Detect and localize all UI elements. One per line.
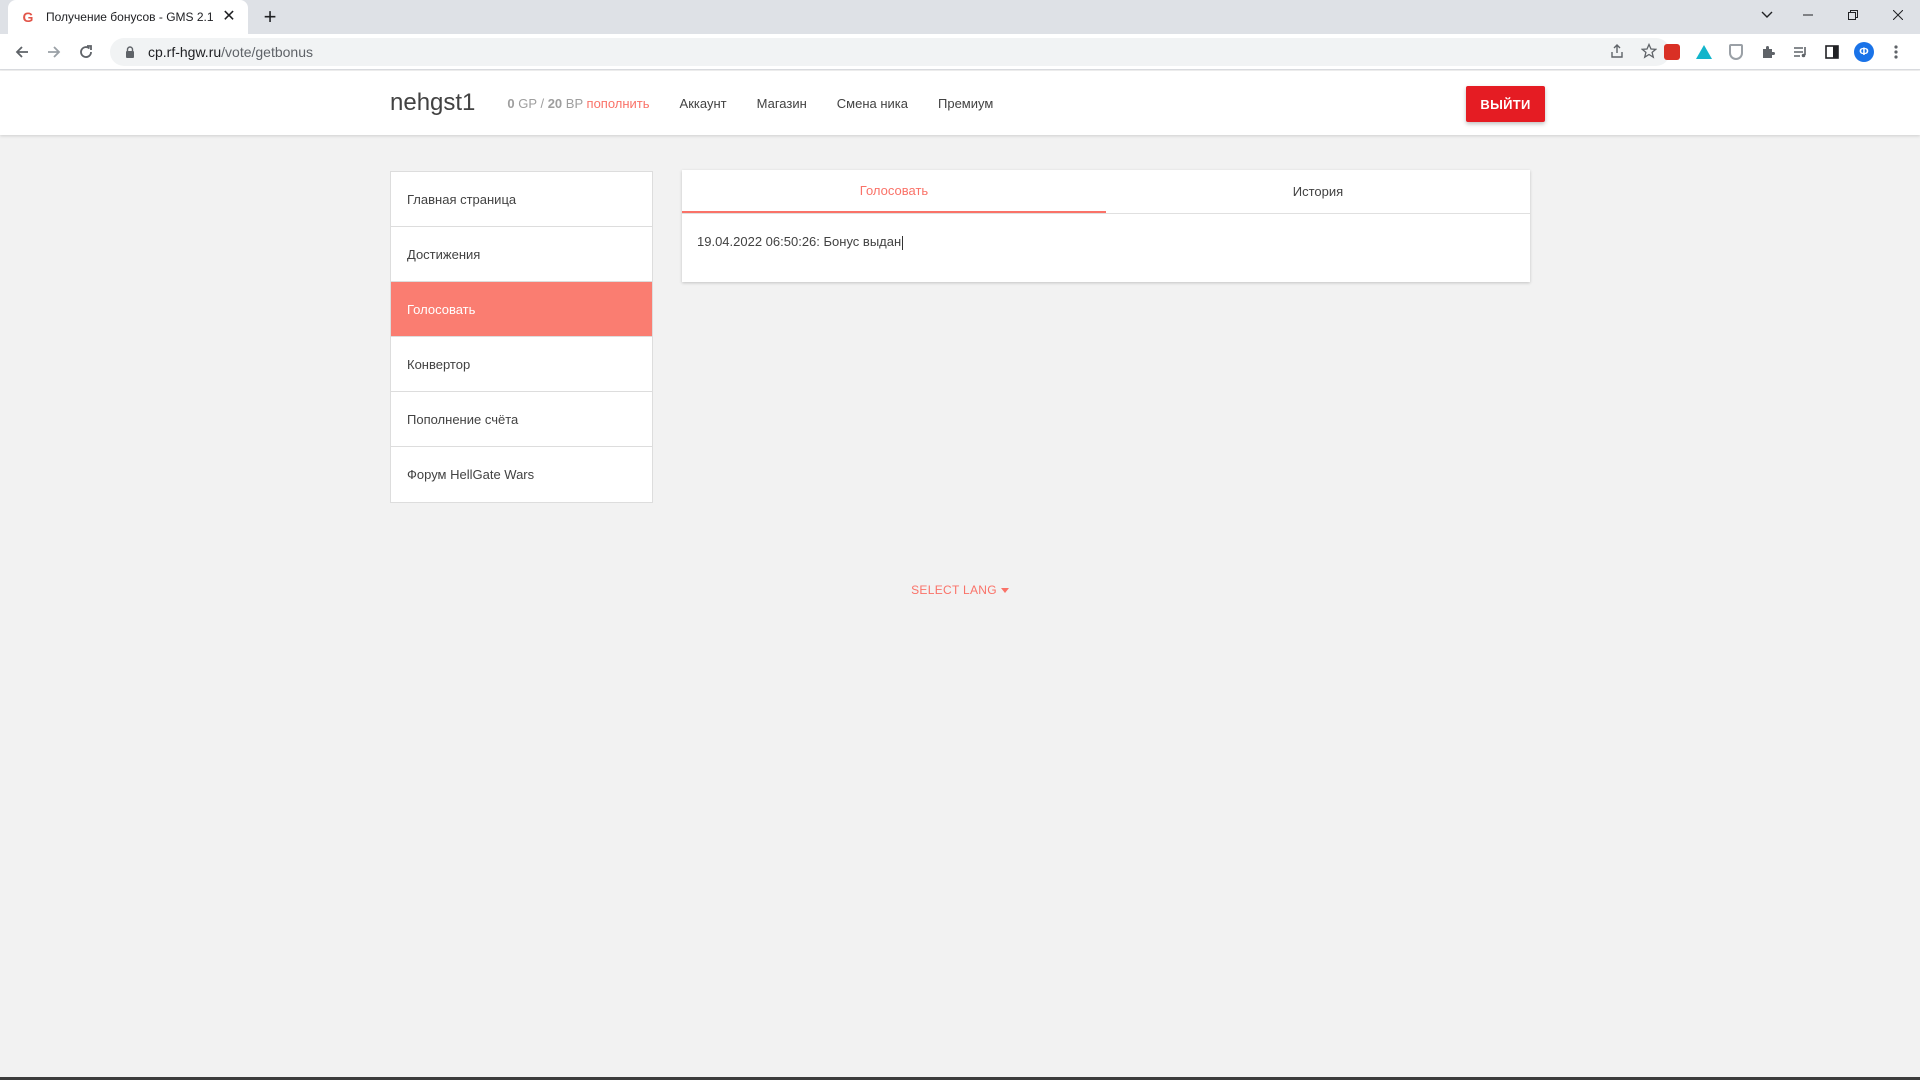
forward-arrow-icon[interactable] bbox=[42, 40, 66, 64]
reload-icon[interactable] bbox=[74, 40, 98, 64]
tab-history[interactable]: История bbox=[1106, 170, 1530, 213]
close-window-button[interactable] bbox=[1875, 0, 1920, 30]
tab-close-icon[interactable]: ✕ bbox=[220, 8, 238, 26]
profile-avatar[interactable]: Ф bbox=[1852, 40, 1876, 64]
share-icon[interactable] bbox=[1608, 42, 1626, 60]
sidebar: Главная страница Достижения Голосовать К… bbox=[390, 171, 653, 503]
page: nehgst1 0 GP / 20 BP пополнить Аккаунт М… bbox=[0, 71, 1920, 1080]
caret-down-icon bbox=[1000, 588, 1009, 594]
balance: 0 GP / 20 BP пополнить bbox=[507, 96, 649, 111]
tab-vote[interactable]: Голосовать bbox=[682, 170, 1106, 213]
site-header-inner: nehgst1 0 GP / 20 BP пополнить Аккаунт М… bbox=[390, 71, 1545, 135]
nav-account[interactable]: Аккаунт bbox=[680, 96, 727, 111]
site-favicon-icon: G bbox=[22, 9, 34, 25]
address-bar[interactable]: cp.rf-hgw.ru/vote/getbonus bbox=[110, 38, 1670, 66]
restore-button[interactable] bbox=[1830, 0, 1875, 30]
browser-menu-icon[interactable] bbox=[1884, 40, 1908, 64]
language-selector-label: SELECT LANG bbox=[911, 583, 997, 597]
nav-change-nick[interactable]: Смена ника bbox=[837, 96, 908, 111]
lock-icon[interactable] bbox=[122, 44, 138, 60]
sidebar-item-vote[interactable]: Голосовать bbox=[391, 282, 652, 337]
tab-title: Получение бонусов - GMS 2.1 bbox=[46, 10, 214, 24]
side-panel-icon[interactable] bbox=[1820, 40, 1844, 64]
vote-card: Голосовать История 19.04.2022 06:50:26: … bbox=[682, 170, 1530, 282]
url-text: cp.rf-hgw.ru/vote/getbonus bbox=[148, 44, 313, 60]
bookmark-star-icon[interactable] bbox=[1640, 42, 1658, 60]
sidebar-item-achievements[interactable]: Достижения bbox=[391, 227, 652, 282]
card-body: 19.04.2022 06:50:26: Бонус выдан bbox=[682, 214, 1530, 270]
nav-shop[interactable]: Магазин bbox=[757, 96, 807, 111]
back-arrow-icon[interactable] bbox=[10, 40, 34, 64]
red-extension-icon[interactable] bbox=[1660, 40, 1684, 64]
new-tab-button[interactable]: + bbox=[258, 5, 282, 29]
bp-unit: BP bbox=[565, 95, 583, 111]
card-tabs: Голосовать История bbox=[682, 170, 1530, 214]
window-controls bbox=[1749, 0, 1920, 30]
sidebar-item-converter[interactable]: Конвертор bbox=[391, 337, 652, 392]
logout-button[interactable]: ВЫЙТИ bbox=[1466, 86, 1545, 122]
text-cursor bbox=[902, 235, 904, 250]
omnibox-actions bbox=[1608, 42, 1658, 60]
browser-toolbar: cp.rf-hgw.ru/vote/getbonus Ф bbox=[0, 34, 1920, 70]
nav-premium[interactable]: Премиум bbox=[938, 96, 993, 111]
browser-tab[interactable]: G Получение бонусов - GMS 2.1 ✕ bbox=[8, 0, 248, 34]
sidebar-item-topup[interactable]: Пополнение счёта bbox=[391, 392, 652, 447]
url-host: cp.rf-hgw.ru bbox=[148, 44, 222, 60]
topup-link[interactable]: пополнить bbox=[587, 96, 650, 111]
gp-value: 0 bbox=[507, 95, 515, 111]
sidebar-item-home[interactable]: Главная страница bbox=[391, 172, 652, 227]
bonus-message: 19.04.2022 06:50:26: Бонус выдан bbox=[697, 234, 902, 249]
language-selector[interactable]: SELECT LANG bbox=[0, 583, 1920, 597]
sidebar-item-forum[interactable]: Форум HellGate Wars bbox=[391, 447, 652, 502]
minimize-button[interactable] bbox=[1785, 0, 1830, 30]
extensions-bar: Ф bbox=[1660, 40, 1908, 64]
cyan-extension-icon[interactable] bbox=[1692, 40, 1716, 64]
site-header: nehgst1 0 GP / 20 BP пополнить Аккаунт М… bbox=[0, 71, 1920, 135]
username: nehgst1 bbox=[390, 89, 476, 116]
url-path: /vote/getbonus bbox=[221, 44, 313, 60]
shield-extension-icon[interactable] bbox=[1724, 40, 1748, 64]
gp-unit: GP bbox=[518, 95, 537, 111]
balance-separator: / bbox=[540, 95, 545, 111]
media-queue-icon[interactable] bbox=[1788, 40, 1812, 64]
puzzle-extensions-icon[interactable] bbox=[1756, 40, 1780, 64]
browser-tabstrip: G Получение бонусов - GMS 2.1 ✕ + bbox=[0, 0, 1920, 34]
bp-value: 20 bbox=[547, 95, 563, 111]
tab-search-icon[interactable] bbox=[1749, 0, 1785, 30]
